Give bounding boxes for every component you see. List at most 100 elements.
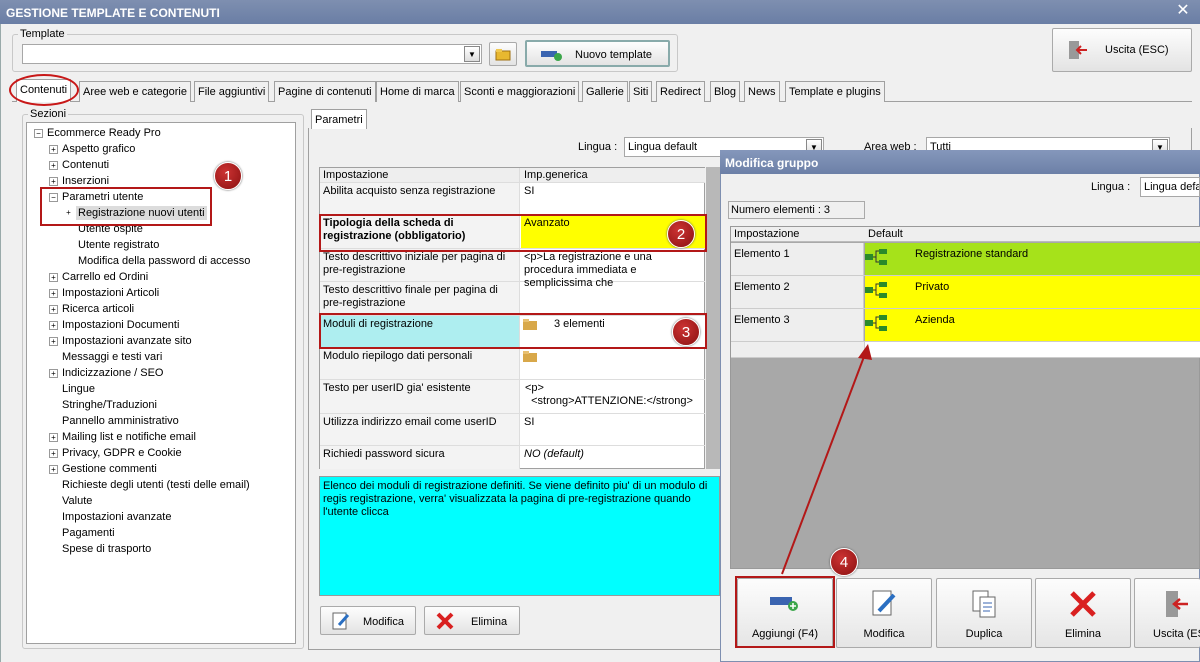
expand-icon[interactable]: + (49, 273, 58, 282)
dialog-elimina-label: Elimina (1064, 628, 1102, 640)
tab-template-plugins[interactable]: Template e plugins (785, 81, 885, 102)
expand-icon[interactable]: + (49, 337, 58, 346)
template-select[interactable]: ▼ (22, 44, 482, 64)
tree-item[interactable]: Aspetto grafico (62, 143, 135, 155)
tree-item[interactable]: Mailing list e notifiche email (62, 431, 196, 443)
table-row[interactable]: Elemento 2 Privato (731, 276, 1200, 309)
tree-item[interactable]: Impostazioni avanzate (62, 511, 171, 523)
tab-redirect[interactable]: Redirect (656, 81, 705, 102)
tree-item[interactable]: Lingue (62, 383, 95, 395)
collapse-icon[interactable]: − (34, 129, 43, 138)
dialog-uscita-label: Uscita (ESC (1153, 628, 1200, 640)
expand-icon[interactable]: + (49, 177, 58, 186)
folder-icon (495, 49, 511, 61)
tab-gallerie[interactable]: Gallerie (582, 81, 628, 102)
expand-icon[interactable]: + (49, 289, 58, 298)
elimina-button[interactable]: Elimina (424, 606, 520, 635)
expand-icon[interactable]: + (49, 161, 58, 170)
tree-item[interactable]: Spese di trasporto (62, 543, 151, 555)
tree-item[interactable]: Contenuti (62, 159, 109, 171)
dialog-modifica-button[interactable]: Modifica (836, 578, 932, 648)
row-name: Testo descrittivo finale per pagina di p… (320, 282, 520, 315)
row-value: <p>La registrazione e una procedura imme… (524, 251, 652, 289)
tab-sconti[interactable]: Sconti e maggiorazioni (460, 81, 580, 102)
modifica-button[interactable]: Modifica (320, 606, 416, 635)
highlight-box-3 (319, 313, 707, 349)
tab-aree-web[interactable]: Aree web e categorie (79, 81, 191, 102)
expand-icon[interactable]: + (49, 465, 58, 474)
expand-icon[interactable]: + (49, 433, 58, 442)
scrollbar[interactable] (706, 167, 720, 469)
row-value-cell: Azienda (865, 309, 1200, 341)
expand-icon[interactable]: + (49, 369, 58, 378)
tab-blog[interactable]: Blog (710, 81, 741, 102)
tree-item[interactable]: Impostazioni avanzate sito (62, 335, 192, 347)
tab-pagine-contenuti[interactable]: Pagine di contenuti (274, 81, 376, 102)
table-row[interactable]: Testo per userID gia' esistente <p> <str… (320, 380, 705, 414)
tree-item[interactable]: Impostazioni Articoli (62, 287, 159, 299)
tree-root[interactable]: Ecommerce Ready Pro (47, 127, 161, 139)
callout-1: 1 (214, 162, 242, 190)
row-name: Testo descrittivo iniziale per pagina di… (320, 249, 520, 281)
tree-item[interactable]: Pannello amministrativo (62, 415, 179, 427)
tree-item[interactable]: Ricerca articoli (62, 303, 134, 315)
row-name: Testo per userID gia' esistente (320, 380, 520, 413)
highlight-ellipse (9, 74, 79, 106)
tree-item[interactable]: Gestione commenti (62, 463, 157, 475)
table-row[interactable]: Elemento 3 Azienda (731, 309, 1200, 342)
row-name: Elemento 3 (731, 309, 864, 341)
table-row[interactable]: Testo descrittivo finale per pagina di p… (320, 282, 705, 316)
tab-news[interactable]: News (744, 81, 780, 102)
row-value: Registrazione standard (915, 248, 1029, 260)
duplicate-icon (972, 590, 996, 618)
dialog-lingua-select[interactable]: Lingua defa (1140, 177, 1200, 197)
expand-icon[interactable]: + (49, 321, 58, 330)
duplica-label: Duplica (965, 628, 1003, 640)
tree-item[interactable]: Richieste degli utenti (testi delle emai… (62, 479, 250, 491)
tree-item[interactable]: Pagamenti (62, 527, 115, 539)
tab-parametri[interactable]: Parametri (311, 109, 367, 129)
delete-icon (436, 612, 454, 630)
new-template-button[interactable]: Nuovo template (525, 40, 670, 67)
duplica-button[interactable]: Duplica (936, 578, 1032, 648)
expand-icon[interactable]: + (49, 145, 58, 154)
modifica-label: Modifica (363, 616, 404, 628)
tree-item[interactable]: Stringhe/Traduzioni (62, 399, 157, 411)
tree-item[interactable]: Valute (62, 495, 92, 507)
row-value: Azienda (915, 314, 955, 326)
expand-icon[interactable]: + (49, 449, 58, 458)
tree-item[interactable]: Privacy, GDPR e Cookie (62, 447, 182, 459)
dialog-elimina-button[interactable]: Elimina (1035, 578, 1131, 648)
column-header: Default (868, 228, 903, 240)
table-row[interactable]: Modulo riepilogo dati personali (320, 348, 705, 380)
tab-home-di-marca[interactable]: Home di marca (376, 81, 459, 102)
tree-item[interactable]: Utente registrato (78, 239, 159, 251)
folder-button[interactable] (489, 42, 517, 66)
tree-item[interactable]: Carrello ed Ordini (62, 271, 148, 283)
tree-node-icon (865, 315, 887, 331)
tree-item[interactable]: Impostazioni Documenti (62, 319, 179, 331)
exit-button[interactable]: Uscita (ESC) (1052, 28, 1192, 72)
row-name: Modulo riepilogo dati personali (320, 348, 520, 379)
table-row[interactable]: Abilita acquisto senza registrazione SI (320, 183, 705, 215)
tab-siti[interactable]: Siti (629, 81, 653, 102)
new-template-label: Nuovo template (575, 49, 653, 61)
table-row[interactable]: Utilizza indirizzo email come userID SI (320, 414, 705, 446)
row-name: Utilizza indirizzo email come userID (320, 414, 520, 445)
dialog-table-header: Impostazione Default (731, 227, 1200, 242)
table-row[interactable]: Richiedi password sicura NO (default) (320, 446, 705, 469)
expand-icon[interactable]: + (49, 305, 58, 314)
table-row[interactable]: Elemento 1 Registrazione standard (731, 243, 1200, 276)
row-name: Abilita acquisto senza registrazione (320, 183, 520, 214)
dialog-uscita-button[interactable]: Uscita (ESC (1134, 578, 1200, 648)
tree-item[interactable]: Indicizzazione / SEO (62, 367, 164, 379)
tree-item[interactable]: Modifica della password di accesso (78, 255, 250, 267)
tab-file-aggiuntivi[interactable]: File aggiuntivi (194, 81, 270, 102)
arrow-annotation (781, 344, 872, 575)
chevron-down-icon[interactable]: ▼ (464, 46, 480, 62)
tree-item[interactable]: Messaggi e testi vari (62, 351, 162, 363)
table-row[interactable]: Testo descrittivo iniziale per pagina di… (320, 249, 705, 289)
close-icon[interactable]: ✕ (1170, 2, 1196, 22)
highlight-box-2 (319, 214, 707, 252)
tree-item[interactable]: Inserzioni (62, 175, 109, 187)
